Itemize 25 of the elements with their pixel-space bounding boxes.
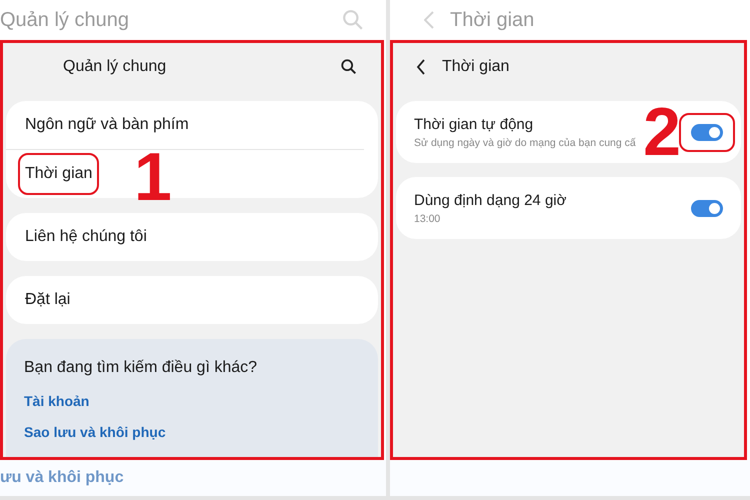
- suggestion-heading: Bạn đang tìm kiếm điều gì khác?: [24, 359, 258, 377]
- suggestion-link[interactable]: Sao lưu và khôi phục: [24, 424, 166, 440]
- toggle-switch[interactable]: [691, 200, 723, 216]
- menu-item[interactable]: Liên hệ chúng tôi: [18, 216, 154, 258]
- background-title: Thời gian: [450, 8, 534, 32]
- back-icon: [424, 11, 434, 29]
- screen-title: Quản lý chung: [63, 58, 166, 76]
- setting-subtitle: 13:00: [414, 212, 442, 224]
- setting-title: Dùng định dạng 24 giờ: [414, 192, 568, 208]
- step-number: 2: [643, 98, 681, 166]
- setting-title: Thời gian tự động: [414, 116, 534, 132]
- back-icon[interactable]: [416, 58, 426, 76]
- menu-item[interactable]: Thời gian: [18, 153, 100, 195]
- toggle-switch[interactable]: [691, 124, 723, 140]
- screen-title: Thời gian: [442, 58, 510, 76]
- search-icon: [342, 9, 364, 31]
- step-number: 1: [134, 143, 172, 211]
- setting-row[interactable]: Dùng định dạng 24 giờ 13:00: [396, 177, 741, 239]
- setting-row[interactable]: Thời gian tự động Sử dụng ngày và giờ do mạng của bạn cung cấ 2: [396, 101, 741, 163]
- suggestion-link[interactable]: Tài khoản: [24, 393, 90, 409]
- setting-subtitle: Sử dụng ngày và giờ do mạng của bạn cung cấ: [414, 136, 637, 148]
- background-title: Quản lý chung: [0, 8, 129, 32]
- search-icon[interactable]: [340, 58, 358, 76]
- menu-item[interactable]: Ngôn ngữ và bàn phím: [18, 104, 196, 146]
- menu-item[interactable]: Đặt lại: [18, 279, 78, 321]
